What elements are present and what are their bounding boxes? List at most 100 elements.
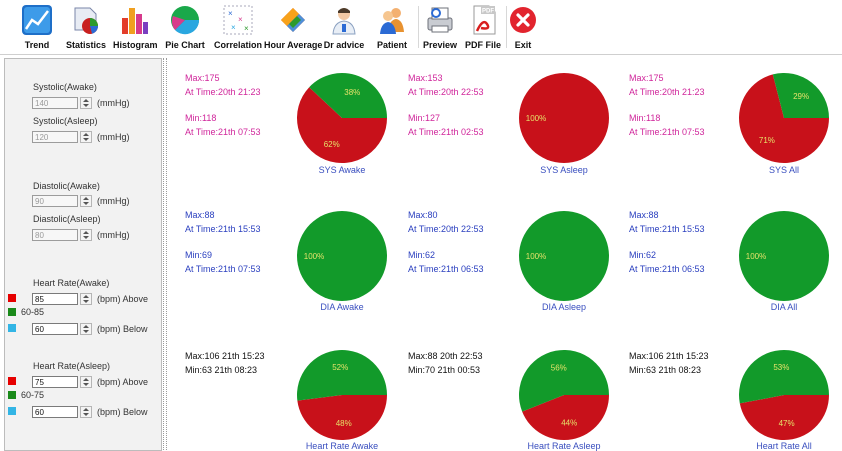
pie-slice-label: 44% [561, 418, 577, 427]
dia-all-caption: DIA All [770, 302, 798, 312]
pie-chart-icon [171, 6, 200, 35]
sys-awake-max-time: At Time:20th 21:23 [185, 87, 261, 97]
systolic-asleep-input[interactable]: 120 [32, 131, 78, 143]
hr-awake-below-text: (bpm) Below [97, 324, 148, 334]
dia-all-min-time: At Time:21th 06:53 [629, 264, 705, 274]
systolic-awake-unit: (mmHg) [97, 98, 130, 108]
hr-awake-below-input[interactable]: 60 [32, 323, 78, 335]
correlation-label: Correlation [213, 40, 262, 50]
pie-slice-label: 62% [324, 140, 340, 149]
sys-asleep-min: Min:127 [408, 113, 441, 123]
diastolic-asleep-input[interactable]: 80 [32, 229, 78, 241]
patient-icon [380, 8, 404, 34]
correlation-icon: × × × × [223, 5, 253, 35]
hr-awake-normal-swatch [8, 308, 16, 316]
hr-awake-above-swatch [8, 294, 16, 302]
pie-slice [297, 395, 387, 441]
hr-asleep-max: Max:88 20th 22:53 [408, 351, 483, 361]
hr-asleep-pie: 44% 56% [519, 350, 609, 441]
pie-slice [739, 395, 829, 440]
pie-chart-button[interactable]: Pie Chart [163, 2, 207, 52]
systolic-awake-input[interactable]: 140 [32, 97, 78, 109]
hr-asleep-above-stepper[interactable] [80, 376, 92, 388]
sys-all-min-time: At Time:21th 07:53 [629, 127, 705, 137]
svg-text:×: × [244, 24, 249, 33]
pie-slice-label: 100% [304, 252, 324, 261]
dr-advice-button[interactable]: Dr advice [323, 2, 365, 52]
pie-slice-label: 53% [773, 363, 789, 372]
diastolic-asleep-stepper[interactable] [80, 229, 92, 241]
diastolic-awake-unit: (mmHg) [97, 196, 130, 206]
toolbar-separator [418, 6, 419, 48]
preview-button[interactable]: Preview [420, 2, 460, 52]
sys-all-pie: 71% 29% [739, 73, 829, 163]
sys-asleep-max-time: At Time:20th 22:53 [408, 87, 484, 97]
histogram-button[interactable]: Histogram [113, 2, 158, 52]
pdf-file-button[interactable]: PDF PDF File [462, 2, 504, 52]
dia-all-min: Min:62 [629, 250, 657, 260]
panel-splitter[interactable] [163, 58, 167, 450]
hr-asleep-below-stepper[interactable] [80, 406, 92, 418]
histogram-icon [122, 8, 148, 34]
hr-asleep-min: Min:70 21th 00:53 [408, 365, 481, 375]
hr-awake-above-text: (bpm) Above [97, 294, 149, 304]
svg-text:×: × [238, 15, 243, 24]
dia-asleep-min: Min:62 [408, 250, 436, 260]
svg-text:×: × [228, 9, 233, 18]
hr-all-max: Max:106 21th 15:23 [629, 351, 709, 361]
statistics-icon [74, 7, 98, 34]
hr-asleep-below-swatch [8, 407, 16, 415]
dia-asleep-max: Max:80 [408, 210, 438, 220]
patient-button[interactable]: Patient [370, 2, 414, 52]
dia-awake-pie: 100% [297, 211, 387, 301]
sys-all-max: Max:175 [629, 73, 664, 83]
hr-asleep-normal-swatch [8, 391, 16, 399]
statistics-button[interactable]: Statistics [60, 2, 112, 52]
dr-advice-label: Dr advice [323, 40, 365, 50]
sys-awake-min-time: At Time:21th 07:53 [185, 127, 261, 137]
pie-chart-area: Max:175 At Time:20th 21:23 Min:118 At Ti… [168, 58, 842, 451]
sys-awake-min: Min:118 [185, 113, 217, 123]
pie-slice-label: 48% [336, 419, 352, 428]
systolic-awake-stepper[interactable] [80, 97, 92, 109]
dia-all-max-time: At Time:21th 15:53 [629, 224, 705, 234]
pie-slice [297, 350, 387, 401]
dia-asleep-min-time: At Time:21th 06:53 [408, 264, 484, 274]
diastolic-awake-stepper[interactable] [80, 195, 92, 207]
trend-button[interactable]: Trend [16, 2, 58, 52]
pie-slice-label: 38% [344, 88, 360, 97]
exit-button[interactable]: Exit [508, 2, 538, 52]
hr-awake-min: Min:63 21th 08:23 [185, 365, 258, 375]
pie-slice-label: 71% [759, 136, 775, 145]
hr-awake-above-stepper[interactable] [80, 293, 92, 305]
pie-slice-label: 56% [551, 364, 567, 373]
hr-asleep-range-text: 60-75 [21, 390, 45, 400]
diastolic-awake-label: Diastolic(Awake) [33, 181, 100, 191]
hr-all-caption: Heart Rate All [756, 441, 812, 451]
hr-awake-below-stepper[interactable] [80, 323, 92, 335]
exit-icon [510, 7, 536, 33]
dia-all-max: Max:88 [629, 210, 659, 220]
diastolic-asleep-unit: (mmHg) [97, 230, 130, 240]
pie-slice-label: 47% [779, 419, 795, 428]
sys-all-min: Min:118 [629, 113, 661, 123]
diastolic-awake-input[interactable]: 90 [32, 195, 78, 207]
preview-label: Preview [422, 40, 458, 50]
dia-all-pie: 100% [739, 211, 829, 301]
hr-asleep-below-input[interactable]: 60 [32, 406, 78, 418]
correlation-button[interactable]: × × × × Correlation [213, 2, 263, 52]
hour-average-button[interactable]: Hour Average [264, 2, 322, 52]
hr-all-min: Min:63 21th 08:23 [629, 365, 702, 375]
systolic-asleep-stepper[interactable] [80, 131, 92, 143]
dia-awake-min-time: At Time:21th 07:53 [185, 264, 261, 274]
hr-asleep-caption: Heart Rate Asleep [527, 441, 601, 451]
exit-label: Exit [514, 40, 532, 50]
hr-asleep-above-swatch [8, 377, 16, 385]
dia-asleep-caption: DIA Asleep [541, 302, 587, 312]
doctor-icon [332, 8, 356, 35]
histogram-label: Histogram [113, 40, 158, 50]
hr-asleep-above-input[interactable]: 75 [32, 376, 78, 388]
pie-slice-label: 100% [526, 252, 546, 261]
hr-awake-above-input[interactable]: 85 [32, 293, 78, 305]
sys-awake-max: Max:175 [185, 73, 220, 83]
